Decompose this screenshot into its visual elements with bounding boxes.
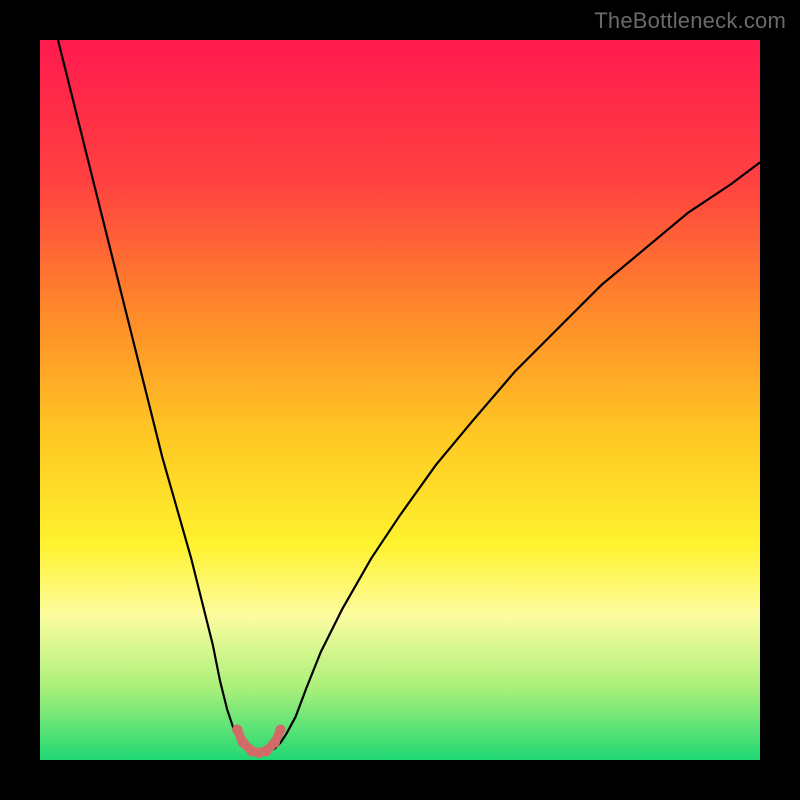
- figure-frame: TheBottleneck.com: [0, 0, 800, 800]
- plot-area: [40, 40, 760, 760]
- series-trough-marker-dot: [232, 725, 242, 735]
- watermark-text: TheBottleneck.com: [594, 8, 786, 34]
- series-trough-marker-dot: [238, 738, 248, 748]
- series-trough-marker-dot: [270, 738, 280, 748]
- bottleneck-chart: [40, 40, 760, 760]
- series-trough-marker-dot: [261, 746, 271, 756]
- series-trough-marker-dot: [275, 725, 285, 735]
